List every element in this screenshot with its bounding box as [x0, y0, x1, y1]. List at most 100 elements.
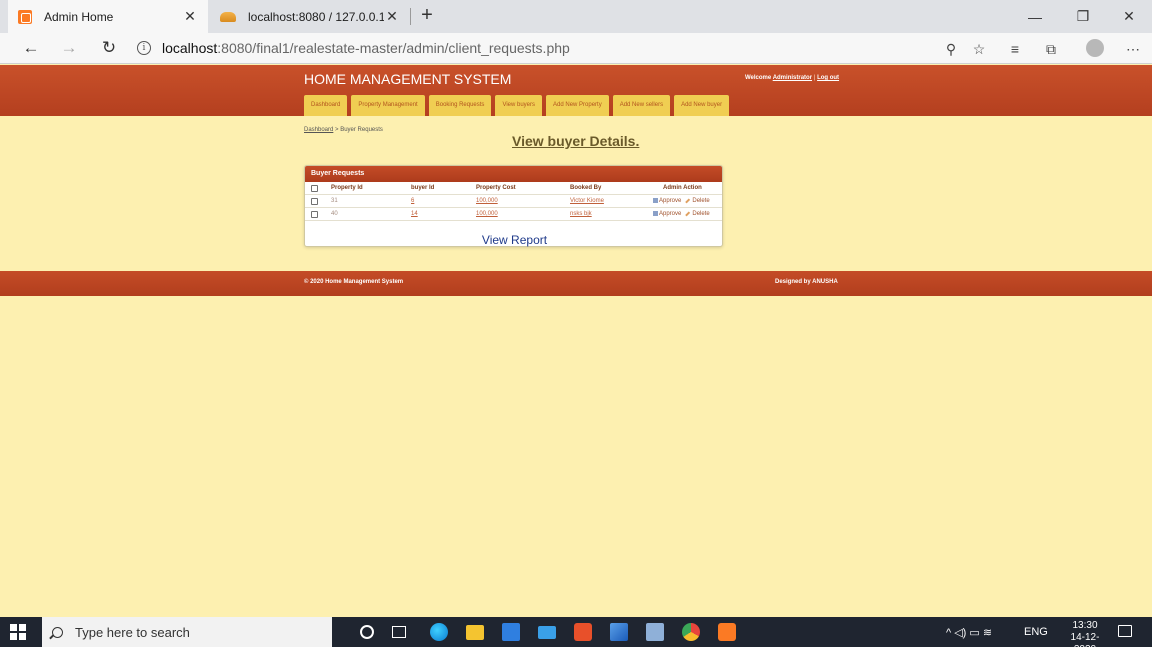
forward-button[interactable]: → [58, 37, 80, 59]
buyer-id-link[interactable]: 14 [411, 211, 418, 217]
menu-view-buyers[interactable]: View buyers [495, 95, 543, 116]
menu-add-new-property[interactable]: Add New Property [546, 95, 609, 116]
phpmyadmin-icon [220, 11, 236, 22]
breadcrumb-dashboard-link[interactable]: Dashboard [304, 127, 333, 133]
windows-start-icon[interactable] [10, 624, 26, 640]
row-checkbox[interactable] [311, 198, 318, 205]
cell-property-id: 31 [331, 198, 338, 204]
mail-icon[interactable] [538, 626, 556, 639]
col-buyer-id: buyer Id [411, 185, 435, 191]
zoom-icon[interactable]: ⚲ [940, 38, 962, 60]
booked-by-link[interactable]: nsks bjk [570, 211, 592, 217]
site-header: HOME MANAGEMENT SYSTEM Welcome Administr… [0, 65, 1152, 116]
delete-button[interactable]: Delete [692, 198, 709, 204]
tray-icons[interactable]: ^ ◁) ▭ ≋ [946, 617, 992, 647]
site-footer: © 2020 Home Management System Designed b… [0, 271, 1152, 296]
browser-tab-admin-home[interactable]: Admin Home ✕ [8, 0, 208, 33]
buyer-id-link[interactable]: 6 [411, 198, 414, 204]
breadcrumb: Dashboard > Buyer Requests [304, 127, 383, 133]
menu-add-new-sellers[interactable]: Add New sellers [612, 95, 671, 116]
notification-icon[interactable] [1118, 625, 1132, 637]
logout-link[interactable]: Log out [817, 75, 839, 81]
cell-property-id: 40 [331, 211, 338, 217]
office-icon[interactable] [574, 623, 592, 641]
menu-booking-requests[interactable]: Booking Requests [428, 95, 492, 116]
profile-avatar[interactable] [1086, 39, 1104, 57]
chrome-icon[interactable] [682, 623, 700, 641]
tab-title: localhost:8080 / 127.0.0.1 / reala [248, 9, 384, 24]
page-title: View buyer Details. [512, 133, 640, 149]
cortana-icon[interactable] [360, 625, 374, 639]
breadcrumb-separator: > [335, 127, 339, 133]
row-checkbox[interactable] [311, 211, 318, 218]
search-icon [52, 626, 63, 638]
approve-button[interactable]: Approve [659, 211, 681, 217]
url-field[interactable]: localhost:8080/final1/realestate-master/… [162, 40, 570, 56]
store-icon[interactable] [502, 623, 520, 641]
tab-title: Admin Home [44, 9, 114, 24]
search-placeholder: Type here to search [75, 624, 190, 640]
xampp-icon [18, 9, 32, 24]
more-options-icon[interactable]: ⋯ [1122, 38, 1144, 60]
breadcrumb-current: Buyer Requests [340, 127, 383, 133]
property-cost-link[interactable]: 100,000 [476, 211, 498, 217]
clock[interactable]: 13:30 14-12-2020 [1062, 620, 1108, 647]
approve-button[interactable]: Approve [659, 198, 681, 204]
table-row: 31 6 100,000 Victor Kiome Approve Delete [305, 195, 722, 208]
edge-icon[interactable] [430, 623, 448, 641]
delete-icon [685, 197, 691, 203]
clock-date: 14-12-2020 [1070, 632, 1100, 647]
new-tab-button[interactable]: + [415, 4, 439, 28]
restore-button[interactable]: ❐ [1060, 0, 1106, 33]
address-bar: ← → ↻ i localhost:8080/final1/realestate… [0, 33, 1152, 64]
table-header-row: Property Id buyer Id Property Cost Booke… [305, 182, 722, 195]
browser-tab-phpmyadmin[interactable]: localhost:8080 / 127.0.0.1 / reala ✕ [210, 0, 410, 33]
back-button[interactable]: ← [20, 37, 42, 59]
select-all-checkbox[interactable] [311, 185, 318, 192]
minimize-button[interactable]: — [1012, 0, 1058, 33]
menu-add-new-buyer[interactable]: Add New buyer [674, 95, 730, 116]
close-tab-icon[interactable]: ✕ [182, 8, 198, 25]
photos-icon[interactable] [646, 623, 664, 641]
collections-icon[interactable]: ⧉ [1040, 38, 1062, 60]
delete-icon [685, 210, 691, 216]
clock-time: 13:30 [1072, 620, 1098, 631]
tab-separator [410, 8, 411, 25]
info-icon[interactable]: i [137, 41, 151, 55]
xampp-taskbar-icon[interactable] [718, 623, 736, 641]
panel-title: Buyer Requests [305, 166, 722, 182]
footer-copyright: © 2020 Home Management System [304, 279, 404, 285]
col-booked-by: Booked By [570, 185, 602, 191]
favorite-star-icon[interactable]: ☆ [968, 38, 990, 60]
footer-designer: Designed by ANUSHA [775, 279, 838, 285]
col-property-id: Property Id [331, 185, 363, 191]
table-row: 40 14 100,000 nsks bjk Approve Delete [305, 208, 722, 221]
language-indicator[interactable]: ENG [1024, 617, 1048, 647]
app-icon[interactable] [610, 623, 628, 641]
file-explorer-icon[interactable] [466, 625, 484, 640]
favorites-list-icon[interactable]: ≡ [1004, 38, 1026, 60]
windows-taskbar: Type here to search ^ ◁) ▭ ≋ ENG 13:30 1… [0, 617, 1152, 647]
taskbar-search[interactable]: Type here to search [42, 617, 332, 647]
url-path: :8080/final1/realestate-master/admin/cli… [217, 40, 570, 56]
refresh-button[interactable]: ↻ [98, 37, 120, 59]
main-menu: Dashboard Property Management Booking Re… [304, 95, 730, 116]
booked-by-link[interactable]: Victor Kiome [570, 198, 604, 204]
close-window-button[interactable]: ✕ [1106, 0, 1152, 33]
menu-dashboard[interactable]: Dashboard [304, 95, 348, 116]
site-title: HOME MANAGEMENT SYSTEM [304, 71, 512, 87]
approve-icon [653, 211, 658, 216]
welcome-prefix: Welcome [745, 75, 772, 81]
approve-icon [653, 198, 658, 203]
task-view-icon[interactable] [392, 626, 406, 638]
property-cost-link[interactable]: 100,000 [476, 198, 498, 204]
view-report-link[interactable]: View Report [305, 233, 724, 247]
buyer-requests-panel: Buyer Requests Property Id buyer Id Prop… [304, 165, 723, 247]
menu-property-management[interactable]: Property Management [351, 95, 425, 116]
welcome-text: Welcome Administrator | Log out [745, 75, 839, 81]
user-link[interactable]: Administrator [773, 75, 812, 81]
delete-button[interactable]: Delete [692, 211, 709, 217]
close-tab-icon[interactable]: ✕ [384, 8, 400, 25]
col-admin-action: Admin Action [663, 185, 702, 191]
admin-actions: Approve Delete [653, 208, 710, 221]
